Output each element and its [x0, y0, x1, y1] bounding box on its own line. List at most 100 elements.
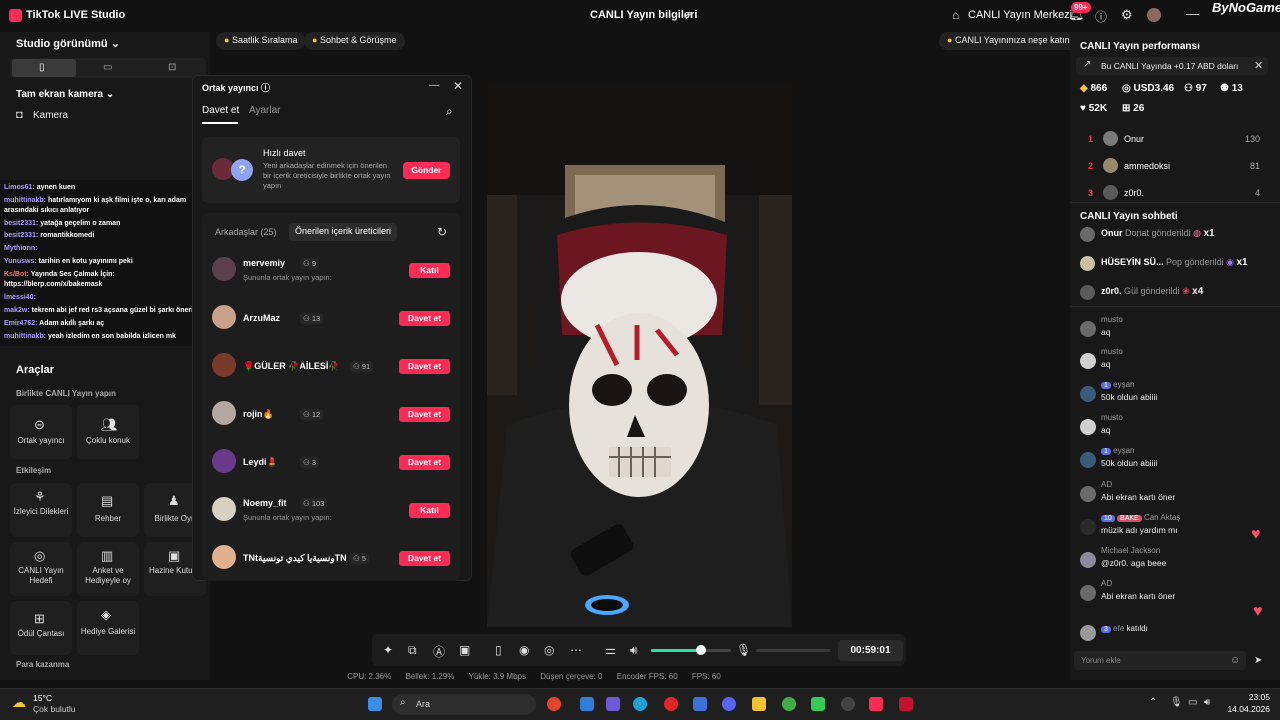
invite-button[interactable]: Davet et: [399, 455, 450, 470]
effects-icon[interactable]: ⧉: [408, 643, 417, 658]
hourly-ranking-pill[interactable]: ● Saatlik Sıralama: [216, 32, 306, 50]
rank-name[interactable]: Onur: [1124, 134, 1144, 144]
invite-button[interactable]: Davet et: [399, 551, 450, 566]
message-author[interactable]: Michael Jackson: [1101, 546, 1160, 555]
creator-name[interactable]: rojin🔥: [243, 409, 274, 420]
avatar[interactable]: [1080, 321, 1096, 337]
rank-name[interactable]: z0r0.: [1124, 188, 1144, 198]
taskbar-search[interactable]: [392, 694, 536, 715]
emoji-icon[interactable]: ☺: [1230, 655, 1240, 666]
adjust-icon[interactable]: ⚌: [605, 643, 616, 657]
network-icon[interactable]: ▭: [1188, 697, 1197, 708]
guide-tool[interactable]: ▤ Rehber: [77, 483, 139, 537]
avatar[interactable]: [212, 401, 236, 425]
live-goal-tool[interactable]: ◎ CANLI Yayın Hedefi: [10, 542, 72, 596]
avatar[interactable]: [1103, 158, 1118, 173]
teams-icon[interactable]: [606, 697, 620, 711]
weather-icon[interactable]: ☁: [12, 694, 26, 711]
viewer-wishes-tool[interactable]: ⚘ İzleyici Dilekleri: [10, 483, 72, 537]
message-author[interactable]: AD: [1101, 579, 1112, 588]
home-icon[interactable]: ⌂: [952, 8, 959, 22]
message-author[interactable]: eyşan: [1113, 446, 1134, 455]
studio-view-dropdown[interactable]: Studio görünümü ⌄: [16, 37, 120, 50]
tab-invite[interactable]: Davet et: [202, 105, 239, 116]
portrait-icon[interactable]: ▯: [39, 62, 45, 73]
tiktok-studio-icon[interactable]: [869, 697, 883, 711]
app-icon[interactable]: [811, 697, 825, 711]
creator-name[interactable]: Noemy_fit: [243, 498, 287, 508]
avatar[interactable]: [212, 449, 236, 473]
join-button[interactable]: Katıl: [409, 503, 450, 518]
poll-tool[interactable]: ▥ Anket ve Hediyeyle oy: [77, 542, 139, 596]
close-icon[interactable]: ✕: [453, 79, 463, 93]
message-author[interactable]: AD: [1101, 480, 1112, 489]
cohost-tool[interactable]: ⊝ Ortak yayıncı: [10, 405, 72, 459]
youtube-icon[interactable]: [899, 697, 913, 711]
chrome-alt-icon[interactable]: [782, 697, 796, 711]
volume-icon[interactable]: 🔊︎: [630, 643, 638, 658]
message-author[interactable]: eyşan: [1113, 380, 1134, 389]
chat-meet-pill[interactable]: ● Sohbet & Görüşme: [304, 32, 405, 50]
temperature[interactable]: 15°C: [33, 693, 52, 703]
invite-button[interactable]: Davet et: [399, 359, 450, 374]
minimize-icon[interactable]: —: [429, 80, 439, 91]
opera-icon[interactable]: [664, 697, 678, 711]
record-icon[interactable]: ◉: [519, 643, 529, 657]
clock-date[interactable]: 14.04.2026: [1200, 704, 1270, 714]
creator-name[interactable]: Leydi💄: [243, 457, 278, 468]
tab-friends[interactable]: Arkadaşlar (25): [215, 227, 277, 237]
help-icon[interactable]: ⓘ: [1095, 8, 1107, 25]
avatar[interactable]: [1080, 452, 1096, 468]
multiguest-tool[interactable]: 👥︎ Çoklu konuk: [77, 405, 139, 459]
message-author[interactable]: efe: [1113, 624, 1124, 633]
avatar[interactable]: [1080, 486, 1096, 502]
store-icon[interactable]: [580, 697, 594, 711]
fullscreen-camera-dropdown[interactable]: Tam ekran kamera ⌄: [16, 89, 114, 100]
message-author[interactable]: musto: [1101, 347, 1123, 356]
prize-bag-tool[interactable]: ⊞ Ödül Çantası: [10, 601, 72, 655]
avatar[interactable]: [1147, 8, 1161, 22]
edge-icon[interactable]: [633, 697, 647, 711]
rank-name[interactable]: ammedoksi: [1124, 161, 1170, 171]
avatar[interactable]: [212, 353, 236, 377]
avatar[interactable]: [212, 257, 236, 281]
microphone-icon[interactable]: 🎙︎: [736, 643, 751, 657]
gift-gallery-tool[interactable]: ◈ Hediye Galerisi: [77, 601, 139, 655]
steam-icon[interactable]: [841, 697, 855, 711]
discord-icon[interactable]: [722, 697, 736, 711]
avatar[interactable]: [1103, 131, 1118, 146]
avatar[interactable]: [1080, 552, 1096, 568]
live-center-link[interactable]: CANLI Yayın Merkezi: [968, 9, 1072, 21]
avatar[interactable]: [212, 497, 236, 521]
more-icon[interactable]: ⋯: [570, 643, 582, 657]
camera-source[interactable]: Kamera: [33, 110, 68, 121]
landscape-icon[interactable]: ▭: [103, 62, 112, 73]
screen-icon[interactable]: ▣: [459, 643, 470, 657]
gear-icon[interactable]: ⚙: [1121, 7, 1133, 23]
info-icon[interactable]: ⓘ: [261, 83, 270, 93]
close-icon[interactable]: ✕: [1254, 59, 1263, 72]
tab-suggested-creators[interactable]: Önerilen içerik üreticileri: [289, 223, 398, 241]
clock-time[interactable]: 23:05: [1210, 692, 1270, 702]
volume-knob[interactable]: [696, 645, 706, 655]
send-icon[interactable]: ➤: [1254, 655, 1262, 666]
minimize-icon[interactable]: —: [1186, 6, 1199, 21]
refresh-icon[interactable]: ↻: [437, 225, 447, 239]
avatar[interactable]: [1080, 386, 1096, 402]
creator-name[interactable]: TNtونسيةيا كيدي تونسيةTN: [243, 553, 347, 564]
camera-settings-icon[interactable]: ◎: [544, 643, 554, 657]
invite-button[interactable]: Davet et: [399, 407, 450, 422]
avatar[interactable]: [1080, 419, 1096, 435]
lock-icon[interactable]: ⊡: [168, 62, 176, 73]
creator-name[interactable]: 🌹GÜLER 🥀AİLESİ🥀: [243, 361, 340, 372]
chrome-icon[interactable]: [547, 697, 561, 711]
magic-icon[interactable]: ✦: [383, 643, 393, 657]
windows-start-icon[interactable]: [368, 697, 382, 711]
add-joy-pill[interactable]: ● CANLI Yayınınıza neşe katın: [939, 32, 1078, 50]
message-author[interactable]: musto: [1101, 413, 1123, 422]
share-icon[interactable]: ⇗: [683, 8, 693, 22]
phone-icon[interactable]: ▯: [495, 643, 502, 657]
avatar[interactable]: [1080, 625, 1096, 641]
tab-settings[interactable]: Ayarlar: [249, 105, 281, 116]
message-author[interactable]: musto: [1101, 315, 1123, 324]
